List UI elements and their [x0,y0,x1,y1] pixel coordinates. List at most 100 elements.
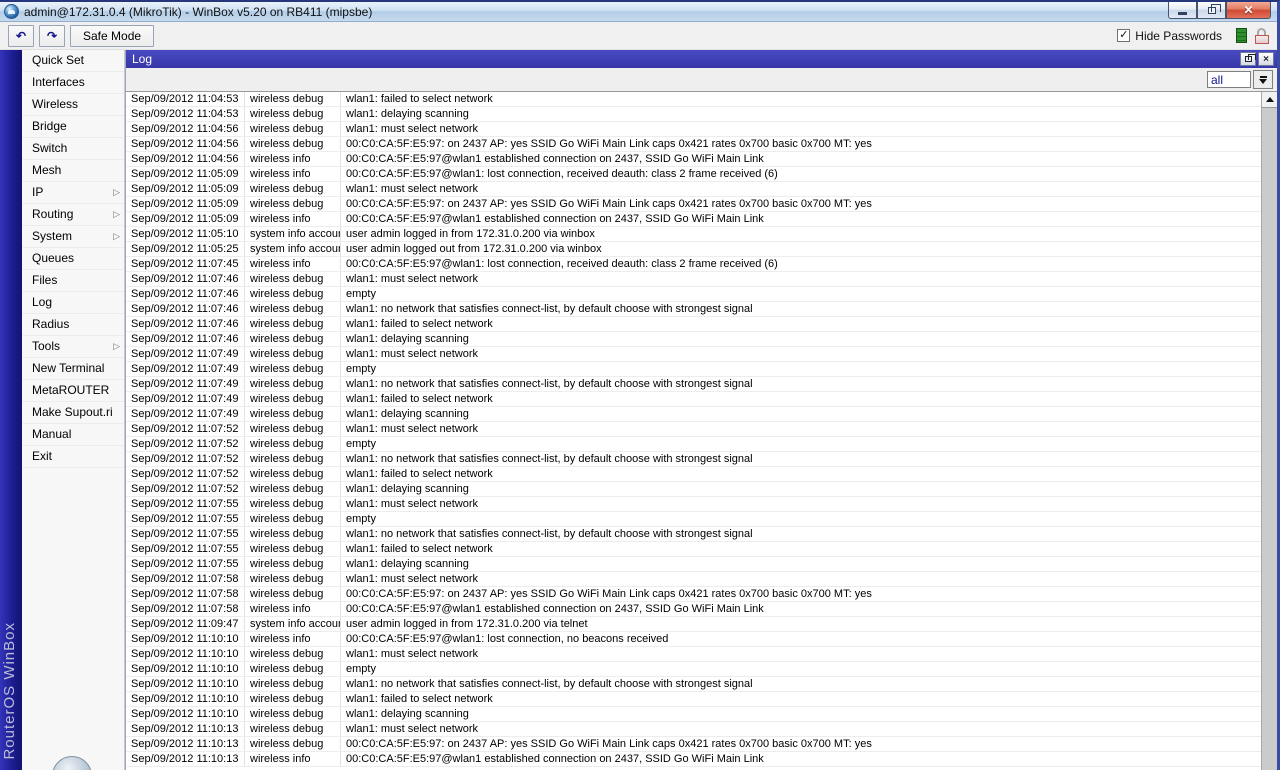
log-row[interactable]: Sep/09/2012 11:10:13 wireless info 00:C0… [126,752,1261,767]
log-row[interactable]: Sep/09/2012 11:04:56 wireless debug 00:C… [126,137,1261,152]
scrollbar-thumb[interactable] [1262,108,1277,770]
sidebar-item-tools[interactable]: Tools ▷ [22,336,124,358]
log-filter-dropdown-button[interactable] [1253,70,1273,89]
log-row[interactable]: Sep/09/2012 11:05:10 system info account… [126,227,1261,242]
log-message-cell: wlan1: no network that satisfies connect… [346,303,753,315]
sidebar-item-label: IP [32,185,44,199]
scroll-up-button[interactable] [1262,92,1277,108]
log-row[interactable]: Sep/09/2012 11:05:25 system info account… [126,242,1261,257]
main-area: RouterOS WinBox Quick Set ▷ Interfaces ▷… [0,50,1277,770]
vertical-scrollbar[interactable] [1261,92,1277,770]
log-row[interactable]: Sep/09/2012 11:07:52 wireless debug empt… [126,437,1261,452]
close-button[interactable]: ✕ [1226,2,1271,19]
log-time-cell: Sep/09/2012 11:07:49 [126,377,245,391]
sidebar-item-manual[interactable]: Manual ▷ [22,424,124,446]
log-row[interactable]: Sep/09/2012 11:07:52 wireless debug wlan… [126,452,1261,467]
sidebar-item-radius[interactable]: Radius ▷ [22,314,124,336]
log-row[interactable]: Sep/09/2012 11:07:45 wireless info 00:C0… [126,257,1261,272]
sidebar-item-files[interactable]: Files ▷ [22,270,124,292]
log-row[interactable]: Sep/09/2012 11:07:58 wireless info 00:C0… [126,602,1261,617]
sidebar-item-switch[interactable]: Switch ▷ [22,138,124,160]
log-row[interactable]: Sep/09/2012 11:07:52 wireless debug wlan… [126,482,1261,497]
log-row[interactable]: Sep/09/2012 11:07:46 wireless debug wlan… [126,272,1261,287]
log-row[interactable]: Sep/09/2012 11:07:58 wireless debug 00:C… [126,587,1261,602]
log-row[interactable]: Sep/09/2012 11:07:49 wireless debug wlan… [126,392,1261,407]
safe-mode-button[interactable]: Safe Mode [70,24,155,47]
log-row[interactable]: Sep/09/2012 11:10:10 wireless debug wlan… [126,707,1261,722]
sidebar-item-mesh[interactable]: Mesh ▷ [22,160,124,182]
sidebar-item-log[interactable]: Log ▷ [22,292,124,314]
restore-button[interactable] [1197,2,1226,19]
log-row[interactable]: Sep/09/2012 11:04:56 wireless debug wlan… [126,122,1261,137]
sidebar-item-quick-set[interactable]: Quick Set ▷ [22,50,124,72]
log-topics-cell: wireless debug [245,527,341,541]
log-row[interactable]: Sep/09/2012 11:07:49 wireless debug empt… [126,362,1261,377]
sidebar-item-interfaces[interactable]: Interfaces ▷ [22,72,124,94]
sidebar-item-queues[interactable]: Queues ▷ [22,248,124,270]
log-row[interactable]: Sep/09/2012 11:07:49 wireless debug wlan… [126,407,1261,422]
log-row[interactable]: Sep/09/2012 11:07:46 wireless debug wlan… [126,317,1261,332]
log-time-cell: Sep/09/2012 11:07:49 [126,392,245,406]
log-restore-button[interactable] [1240,52,1256,66]
sidebar-item-label: Queues [32,251,75,265]
log-row[interactable]: Sep/09/2012 11:10:10 wireless info 00:C0… [126,632,1261,647]
sidebar-item-bridge[interactable]: Bridge ▷ [22,116,124,138]
sidebar-item-new-terminal[interactable]: New Terminal ▷ [22,358,124,380]
log-row[interactable]: Sep/09/2012 11:07:46 wireless debug wlan… [126,302,1261,317]
log-close-button[interactable]: × [1258,52,1274,66]
log-filter-input[interactable] [1207,71,1251,88]
log-message-cell: wlan1: delaying scanning [346,483,469,495]
log-row[interactable]: Sep/09/2012 11:09:47 system info account… [126,617,1261,632]
log-row[interactable]: Sep/09/2012 11:07:55 wireless debug wlan… [126,557,1261,572]
log-row[interactable]: Sep/09/2012 11:04:53 wireless debug wlan… [126,92,1261,107]
log-row[interactable]: Sep/09/2012 11:10:10 wireless debug wlan… [126,677,1261,692]
log-time-cell: Sep/09/2012 11:05:09 [126,197,245,211]
sidebar-item-wireless[interactable]: Wireless ▷ [22,94,124,116]
sidebar-item-exit[interactable]: Exit ▷ [22,446,124,468]
sidebar-item-ip[interactable]: IP ▷ [22,182,124,204]
log-time-cell: Sep/09/2012 11:09:47 [126,617,245,631]
log-message-cell: 00:C0:CA:5F:E5:97@wlan1 established conn… [346,153,764,165]
log-row[interactable]: Sep/09/2012 11:05:09 wireless info 00:C0… [126,167,1261,182]
log-row[interactable]: Sep/09/2012 11:07:52 wireless debug wlan… [126,422,1261,437]
log-row[interactable]: Sep/09/2012 11:05:09 wireless info 00:C0… [126,212,1261,227]
log-row[interactable]: Sep/09/2012 11:05:09 wireless debug 00:C… [126,197,1261,212]
log-row[interactable]: Sep/09/2012 11:07:55 wireless debug empt… [126,512,1261,527]
sidebar-item-routing[interactable]: Routing ▷ [22,204,124,226]
redo-button[interactable]: ↷ [39,24,65,47]
log-time-cell: Sep/09/2012 11:10:13 [126,737,245,751]
log-topics-cell: wireless debug [245,422,341,436]
log-row[interactable]: Sep/09/2012 11:10:13 wireless debug wlan… [126,722,1261,737]
log-row[interactable]: Sep/09/2012 11:07:52 wireless debug wlan… [126,467,1261,482]
log-row[interactable]: Sep/09/2012 11:04:56 wireless info 00:C0… [126,152,1261,167]
log-row[interactable]: Sep/09/2012 11:10:13 wireless debug 00:C… [126,737,1261,752]
sidebar-item-label: MetaROUTER [32,383,110,397]
log-row[interactable]: Sep/09/2012 11:07:46 wireless debug empt… [126,287,1261,302]
chevron-up-icon [1265,97,1274,102]
log-row[interactable]: Sep/09/2012 11:07:55 wireless debug wlan… [126,497,1261,512]
log-message-cell: empty [346,513,376,525]
log-topics-cell: wireless debug [245,557,341,571]
log-row[interactable]: Sep/09/2012 11:05:09 wireless debug wlan… [126,182,1261,197]
log-topics-cell: wireless debug [245,497,341,511]
sidebar-item-label: Radius [32,317,70,331]
log-row[interactable]: Sep/09/2012 11:10:10 wireless debug wlan… [126,692,1261,707]
log-row[interactable]: Sep/09/2012 11:10:10 wireless debug empt… [126,662,1261,677]
sidebar-item-system[interactable]: System ▷ [22,226,124,248]
sidebar-item-metarouter[interactable]: MetaROUTER ▷ [22,380,124,402]
log-row[interactable]: Sep/09/2012 11:07:49 wireless debug wlan… [126,377,1261,392]
log-row[interactable]: Sep/09/2012 11:07:46 wireless debug wlan… [126,332,1261,347]
log-row[interactable]: Sep/09/2012 11:04:53 wireless debug wlan… [126,107,1261,122]
submenu-arrow-icon: ▷ [113,209,120,219]
log-row[interactable]: Sep/09/2012 11:10:10 wireless debug wlan… [126,647,1261,662]
undo-button[interactable]: ↶ [8,24,34,47]
log-message-cell: 00:C0:CA:5F:E5:97@wlan1: lost connection… [346,633,669,645]
sidebar-item-make-supout-rif[interactable]: Make Supout.rif ▷ [22,402,124,424]
log-row[interactable]: Sep/09/2012 11:07:55 wireless debug wlan… [126,527,1261,542]
log-row[interactable]: Sep/09/2012 11:07:55 wireless debug wlan… [126,542,1261,557]
hide-passwords-checkbox[interactable]: ✓ [1117,29,1131,42]
minimize-button[interactable] [1168,2,1197,19]
log-row[interactable]: Sep/09/2012 11:07:49 wireless debug wlan… [126,347,1261,362]
log-time-cell: Sep/09/2012 11:07:58 [126,602,245,616]
log-row[interactable]: Sep/09/2012 11:07:58 wireless debug wlan… [126,572,1261,587]
